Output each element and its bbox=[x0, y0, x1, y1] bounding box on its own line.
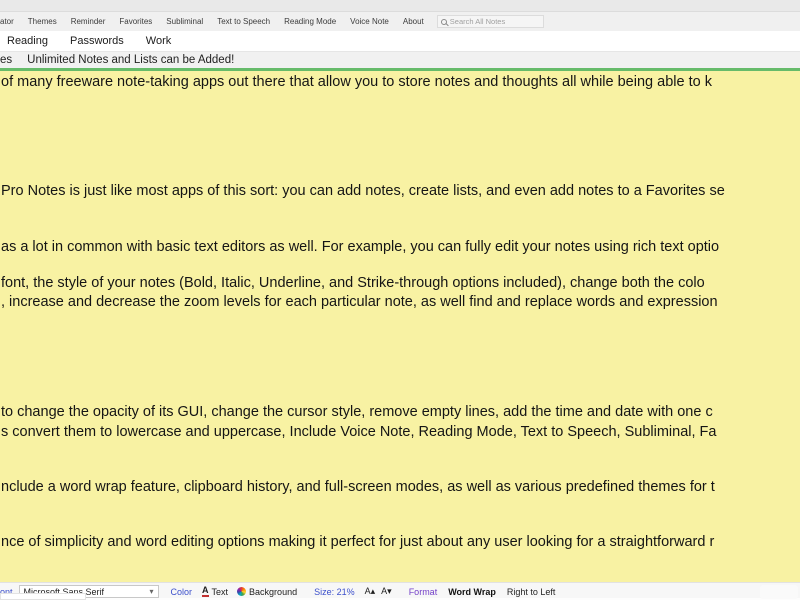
color-wheel-icon bbox=[237, 587, 247, 596]
zoom-size-label: Size: 21% bbox=[314, 586, 355, 597]
menu-bar: ator Themes Reminder Favorites Sublimina… bbox=[0, 12, 800, 31]
increase-font-icon[interactable]: A▴ bbox=[365, 586, 376, 597]
note-line: to change the opacity of its GUI, change… bbox=[1, 404, 713, 420]
background-color-label: Background bbox=[249, 586, 298, 597]
note-tab-bar: Reading Passwords Work bbox=[0, 31, 800, 52]
resize-corner bbox=[760, 585, 798, 599]
menu-item-reminder[interactable]: Reminder bbox=[64, 17, 113, 26]
search-input[interactable] bbox=[449, 17, 540, 26]
tab-passwords[interactable]: Passwords bbox=[59, 35, 135, 47]
note-line: s convert them to lowercase and uppercas… bbox=[1, 424, 717, 440]
menu-item-calculator-partial[interactable]: ator bbox=[0, 17, 21, 26]
note-line: as a lot in common with basic text edito… bbox=[1, 239, 720, 255]
menu-item-favorites[interactable]: Favorites bbox=[112, 17, 159, 26]
info-bar-message: Unlimited Notes and Lists can be Added! bbox=[27, 54, 235, 66]
note-line: nclude a word wrap feature, clipboard hi… bbox=[1, 479, 715, 495]
text-color-icon: A bbox=[202, 585, 209, 597]
note-line: font, the style of your notes (Bold, Ita… bbox=[1, 275, 705, 291]
menu-item-text-to-speech[interactable]: Text to Speech bbox=[210, 17, 277, 26]
chevron-down-icon: ▾ bbox=[149, 587, 154, 596]
decrease-font-icon[interactable]: A▾ bbox=[381, 586, 392, 597]
title-bar bbox=[0, 0, 800, 12]
color-label: Color bbox=[170, 586, 193, 597]
text-color-button[interactable]: A Text bbox=[202, 586, 228, 597]
info-bar: es Unlimited Notes and Lists can be Adde… bbox=[0, 52, 800, 68]
menu-item-reading-mode[interactable]: Reading Mode bbox=[277, 17, 343, 26]
note-line: Pro Notes is just like most apps of this… bbox=[1, 183, 725, 199]
note-editor[interactable]: of many freeware note-taking apps out th… bbox=[0, 71, 800, 582]
menu-item-about[interactable]: About bbox=[396, 17, 431, 26]
note-line: of many freeware note-taking apps out th… bbox=[1, 74, 712, 90]
text-color-label: Text bbox=[211, 586, 229, 597]
note-line: , increase and decrease the zoom levels … bbox=[1, 294, 718, 310]
info-bar-left-fragment: es bbox=[0, 54, 13, 66]
menu-item-themes[interactable]: Themes bbox=[21, 17, 64, 26]
horizontal-scrollbar[interactable] bbox=[0, 593, 86, 600]
search-box[interactable] bbox=[436, 15, 544, 28]
menu-item-subliminal[interactable]: Subliminal bbox=[159, 17, 210, 26]
right-to-left-toggle[interactable]: Right to Left bbox=[507, 587, 556, 597]
word-wrap-toggle[interactable]: Word Wrap bbox=[448, 587, 496, 597]
tab-work[interactable]: Work bbox=[135, 35, 182, 47]
search-icon bbox=[440, 18, 447, 25]
note-line: nce of simplicity and word editing optio… bbox=[1, 534, 715, 550]
tab-reading[interactable]: Reading bbox=[0, 35, 59, 47]
format-button[interactable]: Format bbox=[409, 587, 438, 597]
background-color-button[interactable]: Background bbox=[237, 587, 297, 597]
menu-item-voice-note[interactable]: Voice Note bbox=[343, 17, 396, 26]
